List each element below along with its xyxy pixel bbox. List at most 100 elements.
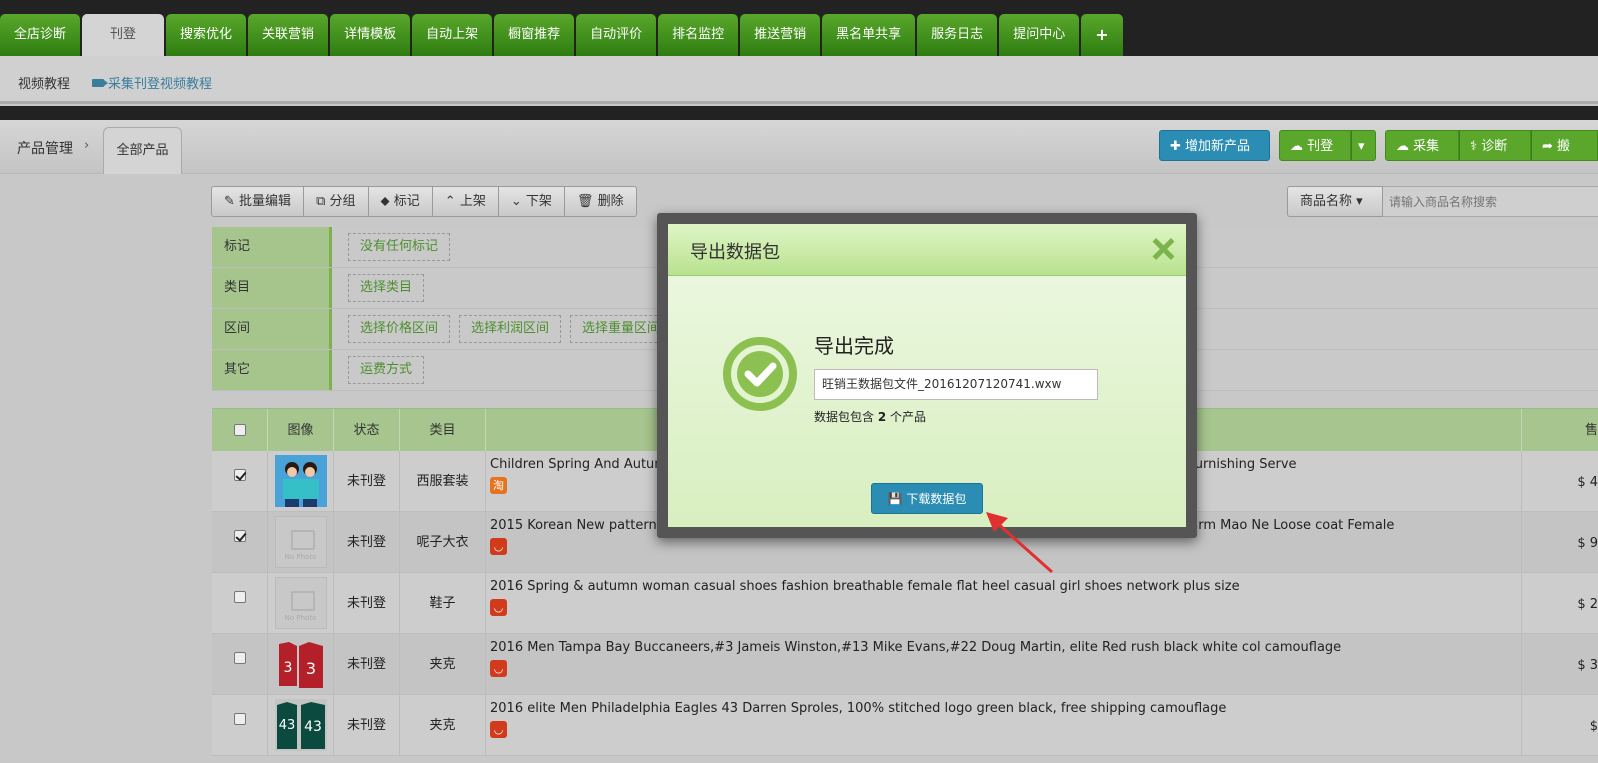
row-title[interactable]: Children Spring And Autumn xyxy=(490,457,675,472)
row-category: 呢子大衣 xyxy=(400,512,486,573)
row-checkbox[interactable] xyxy=(233,652,246,664)
row-title[interactable]: 2016 Spring & autumn woman casual shoes … xyxy=(490,579,1240,594)
move-button[interactable]: ➦ 搬 xyxy=(1531,130,1598,161)
header-category: 类目 xyxy=(400,409,486,452)
tab-store-diagnosis[interactable]: 全店诊断 xyxy=(0,14,81,56)
row-price-cell: $ 3 xyxy=(1522,634,1598,695)
tab-rank-monitor[interactable]: 排名监控 xyxy=(658,14,739,56)
select-all-checkbox[interactable] xyxy=(233,424,246,436)
row-price-cell: $ 2 xyxy=(1522,573,1598,634)
delete-button[interactable]: 🗑 删除 xyxy=(565,187,636,216)
annotation-arrow-icon xyxy=(986,512,1053,574)
divider-bar xyxy=(0,106,1598,120)
publish-button[interactable]: ☁ 刊登 xyxy=(1279,130,1351,161)
on-shelf-label: 上架 xyxy=(459,194,486,209)
filter-tag-none[interactable]: 没有任何标记 xyxy=(348,233,451,261)
add-product-button[interactable]: ✚ 增加新产品 xyxy=(1159,130,1270,161)
tag-label: 标记 xyxy=(393,194,420,209)
table-row[interactable]: 3 3 未刊登 夹克 2016 Men Tampa Bay Buccaneers… xyxy=(212,634,1598,695)
row-checkbox[interactable] xyxy=(233,713,246,725)
dialog-title: 导出数据包 xyxy=(690,242,780,263)
jersey-number: 3 xyxy=(305,659,315,678)
tab-publish[interactable]: 刊登 xyxy=(82,14,165,56)
row-image-cell: No Photo xyxy=(268,512,334,573)
product-image-red-jersey[interactable]: 3 3 xyxy=(274,638,327,690)
row-title[interactable]: 2016 elite Men Philadelphia Eagles 43 Da… xyxy=(490,701,1226,716)
tab-service-log[interactable]: 服务日志 xyxy=(917,14,998,56)
row-category: 夹克 xyxy=(400,634,486,695)
jersey-number: 3 xyxy=(283,660,292,676)
tab-question-center[interactable]: 提问中心 xyxy=(999,14,1080,56)
caret-down-icon: ▾ xyxy=(1358,139,1365,154)
row-price: $ 4 xyxy=(1577,475,1598,490)
tab-blacklist[interactable]: 黑名单共享 xyxy=(822,14,916,56)
add-tab-button[interactable]: + xyxy=(1081,14,1123,56)
filter-select-category[interactable]: 选择类目 xyxy=(348,274,425,302)
cloud-upload-icon: ☁ xyxy=(1290,139,1303,154)
breadcrumb-current-tab[interactable]: 全部产品 xyxy=(103,127,182,174)
row-price-cell: $ xyxy=(1522,695,1598,756)
export-dialog-frame: 导出数据包 导出完成 旺销王数据包文件_20161207120741.wxw 数… xyxy=(657,213,1197,538)
collect-label: 采集 xyxy=(1413,139,1440,154)
row-checkbox-cell xyxy=(212,634,268,695)
tag-icon: ⬥ xyxy=(380,194,390,209)
top-navigation: 全店诊断 刊登 搜索优化 关联营销 详情模板 自动上架 橱窗推荐 自动评价 排名… xyxy=(0,0,1598,56)
breadcrumb-root[interactable]: 产品管理 xyxy=(17,138,73,158)
tab-auto-review[interactable]: 自动评价 xyxy=(576,14,657,56)
dialog-header: 导出数据包 xyxy=(668,224,1186,276)
row-checkbox[interactable] xyxy=(233,530,246,542)
trash-icon: 🗑 xyxy=(576,194,594,209)
video-tutorial-label: 视频教程 xyxy=(18,77,71,92)
product-image-green-jersey[interactable]: 43 43 xyxy=(274,699,327,751)
diagnose-button[interactable]: ⚕ 诊断 xyxy=(1459,130,1531,161)
group-button[interactable]: ⧉ 分组 xyxy=(304,187,369,216)
tab-search-optimization[interactable]: 搜索优化 xyxy=(166,14,247,56)
header-image: 图像 xyxy=(268,409,334,452)
row-checkbox[interactable] xyxy=(233,469,246,481)
filter-price-range[interactable]: 选择价格区间 xyxy=(348,315,451,343)
collect-button[interactable]: ☁ 采集 xyxy=(1385,130,1459,161)
close-icon[interactable] xyxy=(1148,234,1178,264)
tab-detail-template[interactable]: 详情模板 xyxy=(330,14,411,56)
no-photo-placeholder[interactable]: No Photo xyxy=(274,577,327,629)
aliexpress-icon: ◡ xyxy=(490,599,507,616)
publish-label: 刊登 xyxy=(1307,139,1334,154)
package-count: 数据包包含 2 个产品 xyxy=(814,408,926,425)
no-photo-placeholder[interactable]: No Photo xyxy=(274,516,327,568)
publish-dropdown-button[interactable]: ▾ xyxy=(1351,130,1376,161)
chevron-down-icon: ⌄ xyxy=(510,194,522,209)
row-price: $ 9 xyxy=(1577,536,1598,551)
stethoscope-icon: ⚕ xyxy=(1470,139,1478,154)
row-price-cell: $ 4 xyxy=(1522,451,1598,512)
row-checkbox[interactable] xyxy=(233,591,246,603)
tab-push-marketing[interactable]: 推送营销 xyxy=(740,14,821,56)
edit-icon: ✎ xyxy=(224,194,235,209)
caret-down-icon: ▾ xyxy=(1356,194,1363,209)
search-field-select[interactable]: 商品名称 ▾ xyxy=(1287,186,1383,217)
off-shelf-button[interactable]: ⌄ 下架 xyxy=(499,187,565,216)
collect-video-link[interactable]: 采集刊登视频教程 xyxy=(92,73,212,92)
table-row[interactable]: 43 43 未刊登 夹克 2016 elite Men Philadelphia… xyxy=(212,695,1598,756)
filter-shipping-method[interactable]: 运费方式 xyxy=(348,356,425,384)
aliexpress-icon: ◡ xyxy=(490,538,507,555)
filename-field[interactable]: 旺销王数据包文件_20161207120741.wxw xyxy=(814,369,1098,400)
search-input[interactable] xyxy=(1383,186,1598,217)
filter-profit-range[interactable]: 选择利润区间 xyxy=(459,315,562,343)
collect-video-text: 采集刊登视频教程 xyxy=(108,77,213,92)
product-image-kids[interactable] xyxy=(274,455,327,507)
on-shelf-button[interactable]: ⌃ 上架 xyxy=(433,187,499,216)
tab-auto-listing[interactable]: 自动上架 xyxy=(412,14,493,56)
row-image-cell xyxy=(268,451,334,512)
select-all-cell xyxy=(212,409,268,452)
download-package-button[interactable]: 💾 下载数据包 xyxy=(871,483,983,514)
row-price: $ 2 xyxy=(1577,597,1598,612)
row-price: $ xyxy=(1589,719,1598,734)
batch-edit-button[interactable]: ✎ 批量编辑 xyxy=(212,187,305,216)
row-checkbox-cell xyxy=(212,695,268,756)
tab-showcase[interactable]: 橱窗推荐 xyxy=(494,14,575,56)
table-row[interactable]: No Photo 未刊登 鞋子 2016 Spring & autumn wom… xyxy=(212,573,1598,634)
tag-button[interactable]: ⬥ 标记 xyxy=(369,187,433,216)
row-checkbox-cell xyxy=(212,573,268,634)
row-title[interactable]: 2016 Men Tampa Bay Buccaneers,#3 Jameis … xyxy=(490,640,1341,655)
tab-related-marketing[interactable]: 关联营销 xyxy=(248,14,329,56)
